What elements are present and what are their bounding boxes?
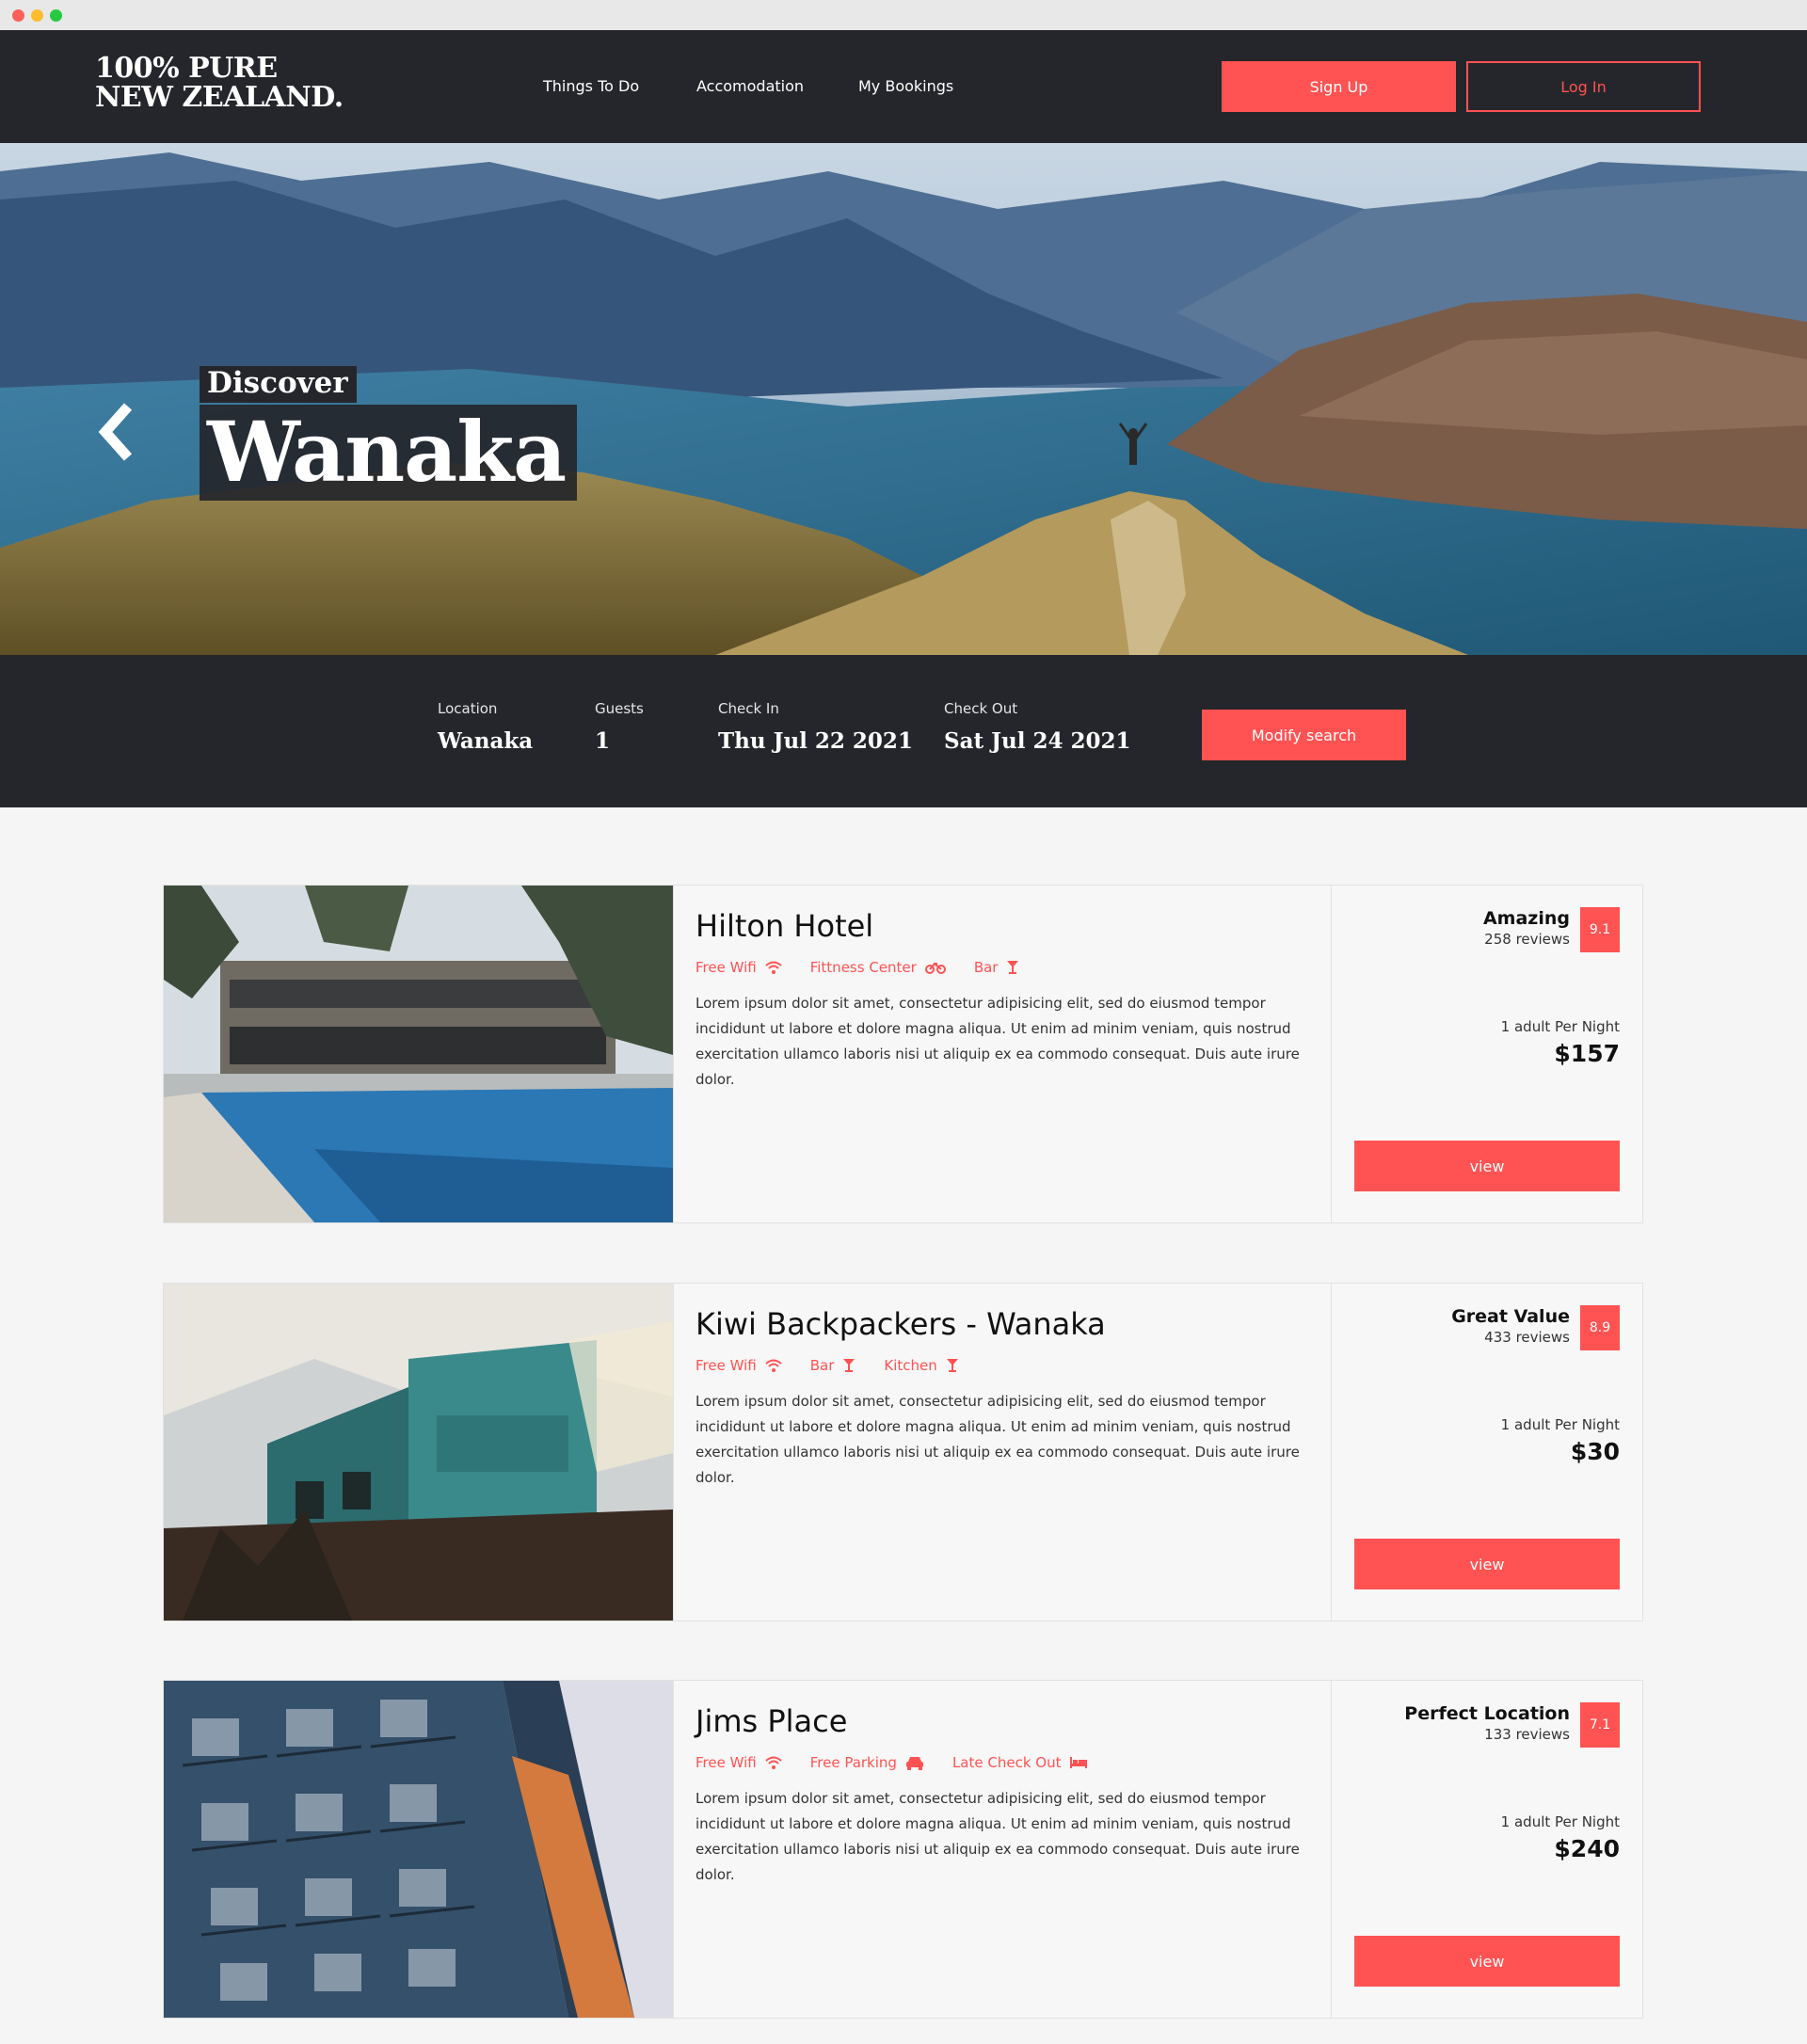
rating-label: Amazing [1482,908,1570,929]
amenity-label: Bar [809,1357,835,1374]
hero-banner: Discover Wanaka [0,143,1807,655]
amenity-free-parking: Free Parking [810,1754,924,1771]
amenities-list: Free Wifi Fittness Center Bar [696,959,1019,976]
guests-field: Guests 1 [595,700,644,754]
listing-pricing: Amazing 258 reviews 9.1 1 adult Per Nigh… [1332,886,1642,1222]
car-icon [905,1757,923,1770]
amenity-kitchen: Kitchen [884,1357,958,1374]
review-count: 133 reviews [1484,1726,1570,1743]
listing-pricing: Great Value 433 reviews 8.9 1 adult Per … [1332,1284,1642,1621]
listing-details: Hilton Hotel Free Wifi Fittness Center B… [673,886,1332,1222]
price-unit: 1 adult Per Night [1500,1416,1620,1433]
location-label: Location [438,700,498,717]
hotel-photo[interactable] [164,1284,673,1621]
guests-label: Guests [595,700,644,717]
hotel-photo[interactable] [164,886,673,1222]
bed-icon [1070,1757,1088,1768]
bicycle-icon [924,962,946,974]
cocktail-icon [946,1359,958,1372]
brand-line-2: NEW ZEALAND. [95,81,344,114]
listing-details: Kiwi Backpackers - Wanaka Free Wifi Bar … [673,1284,1332,1621]
amenity-free-wifi: Free Wifi [696,959,782,976]
listing-description: Lorem ipsum dolor sit amet, consectetur … [696,995,1300,1088]
listing-details: Jims Place Free Wifi Free Parking Late C… [673,1681,1332,2018]
amenity-bar: Bar [974,959,1020,976]
nav-my-bookings[interactable]: My Bookings [858,77,953,95]
window-titlebar [0,0,1807,30]
rating-label: Perfect Location [1404,1703,1570,1724]
listing-card: Kiwi Backpackers - Wanaka Free Wifi Bar … [163,1283,1643,1621]
location-field: Location Wanaka [438,700,533,754]
amenity-label: Free Wifi [696,1357,757,1374]
price-value: $157 [1554,1040,1620,1067]
listing-pricing: Perfect Location 133 reviews 7.1 1 adult… [1332,1681,1642,2018]
view-button[interactable]: view [1354,1936,1620,1987]
maximize-window-button[interactable] [50,9,62,22]
score-badge: 9.1 [1580,907,1620,952]
cocktail-icon [843,1359,856,1372]
check-in-value: Thu Jul 22 2021 [718,728,913,754]
view-button[interactable]: view [1354,1141,1620,1191]
sign-up-button[interactable]: Sign Up [1222,61,1456,112]
listing-card: Hilton Hotel Free Wifi Fittness Center B… [163,885,1643,1223]
amenities-list: Free Wifi Bar Kitchen [696,1357,959,1374]
review-count: 258 reviews [1484,931,1570,948]
modify-search-button[interactable]: Modify search [1202,710,1406,760]
check-in-label: Check In [718,700,779,717]
brand-logo[interactable]: 100% PURE NEW ZEALAND. [95,54,344,112]
price-unit: 1 adult Per Night [1500,1813,1620,1830]
minimize-window-button[interactable] [31,9,43,22]
listing-card: Jims Place Free Wifi Free Parking Late C… [163,1680,1643,2019]
amenity-label: Late Check Out [951,1754,1062,1771]
amenity-label: Free Wifi [696,1754,757,1771]
amenity-late-check-out: Late Check Out [952,1754,1089,1771]
listing-description: Lorem ipsum dolor sit amet, consectetur … [696,1790,1300,1883]
nav-things-to-do[interactable]: Things To Do [543,77,639,95]
wifi-icon [765,1756,782,1769]
location-value: Wanaka [438,728,534,754]
price-value: $240 [1554,1835,1620,1862]
chevron-left-icon[interactable] [94,399,141,465]
price-value: $30 [1570,1438,1620,1465]
hotel-photo[interactable] [164,1681,673,2018]
listing-description: Lorem ipsum dolor sit amet, consectetur … [696,1393,1300,1486]
hero-title: Wanaka [200,405,578,501]
amenity-label: Fittness Center [809,959,917,976]
brand-line-1: 100% PURE [95,52,278,85]
amenity-label: Kitchen [884,1357,937,1374]
site-header: 100% PURE NEW ZEALAND. Things To Do Acco… [0,30,1807,143]
listing-title[interactable]: Kiwi Backpackers - Wanaka [696,1306,1106,1342]
score-badge: 8.9 [1580,1305,1620,1350]
check-in-field: Check In Thu Jul 22 2021 [718,700,913,754]
rating-label: Great Value [1451,1306,1570,1327]
amenity-label: Free Wifi [696,959,757,976]
search-summary-bar: Location Wanaka Guests 1 Check In Thu Ju… [0,655,1807,807]
amenity-free-wifi: Free Wifi [696,1754,782,1771]
nav-accomodation[interactable]: Accomodation [696,77,804,95]
listing-title[interactable]: Hilton Hotel [696,908,873,944]
view-button[interactable]: view [1354,1539,1620,1589]
check-out-label: Check Out [944,700,1018,717]
review-count: 433 reviews [1484,1329,1570,1346]
check-out-value: Sat Jul 24 2021 [944,728,1131,754]
amenity-label: Free Parking [809,1754,897,1771]
close-window-button[interactable] [12,9,24,22]
cocktail-icon [1007,961,1019,974]
amenities-list: Free Wifi Free Parking Late Check Out [696,1754,1088,1771]
amenity-fitness-center: Fittness Center [810,959,946,976]
amenity-bar: Bar [810,1357,856,1374]
score-badge: 7.1 [1580,1702,1620,1748]
listing-title[interactable]: Jims Place [696,1703,847,1739]
price-unit: 1 adult Per Night [1500,1018,1620,1035]
amenity-free-wifi: Free Wifi [696,1357,782,1374]
guests-value: 1 [595,728,611,754]
wifi-icon [765,1359,782,1372]
check-out-field: Check Out Sat Jul 24 2021 [944,700,1131,754]
wifi-icon [765,961,782,974]
log-in-button[interactable]: Log In [1466,61,1701,112]
amenity-label: Bar [973,959,999,976]
hero-kicker: Discover [200,366,357,403]
